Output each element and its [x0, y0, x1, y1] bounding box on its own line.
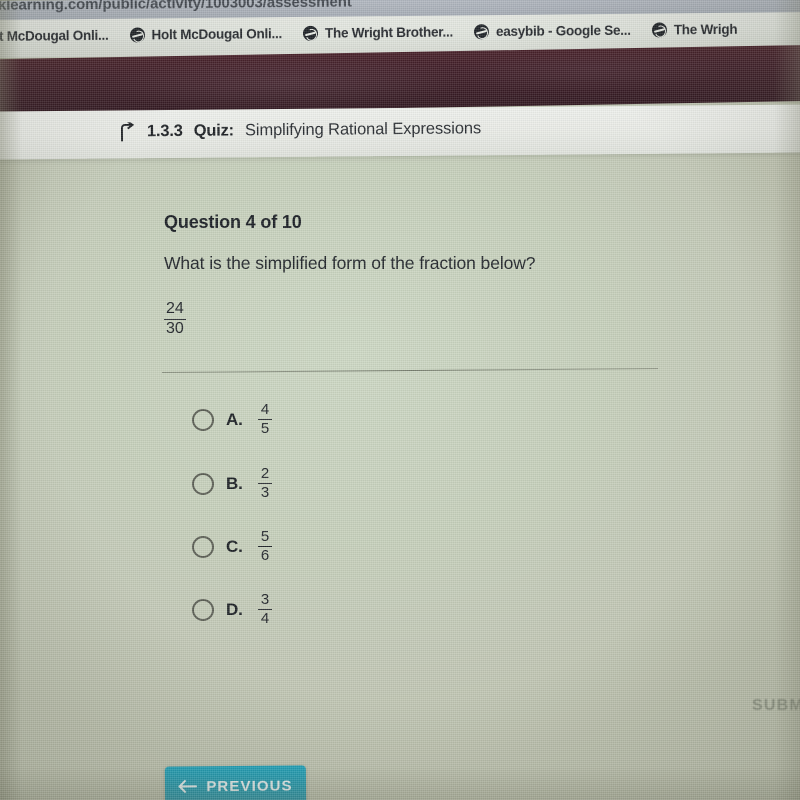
previous-button-label: PREVIOUS [206, 777, 293, 795]
option-denominator: 5 [260, 420, 270, 438]
option-fraction: 56 [258, 529, 272, 564]
option-letter: B. [226, 473, 243, 493]
back-arrow-icon[interactable] [118, 122, 136, 142]
radio-button[interactable] [192, 598, 214, 621]
question-fraction: 24 30 [164, 300, 186, 338]
option-numerator: 2 [260, 465, 270, 482]
previous-button[interactable]: PREVIOUS [164, 765, 307, 800]
answer-option-b[interactable]: B. 2 3 [192, 466, 272, 501]
globe-icon [473, 24, 490, 40]
option-numerator: 3 [260, 591, 270, 608]
question-counter: Question 4 of 10 [164, 212, 302, 232]
stem-denominator: 30 [166, 320, 184, 338]
lesson-number: 1.3.3 [146, 121, 183, 141]
option-denominator: 3 [260, 484, 270, 502]
bookmark-label: easybib - Google Se... [495, 22, 631, 40]
answer-option-c[interactable]: C. 5 6 [192, 529, 272, 564]
bookmark-label: Holt McDougal Onli... [0, 27, 109, 45]
radio-button[interactable] [192, 472, 214, 495]
stem-numerator: 24 [166, 300, 184, 317]
lesson-type-label: Quiz: [193, 121, 235, 140]
option-letter: D. [226, 599, 243, 619]
option-letter: A. [226, 409, 243, 429]
bookmark-label: The Wright Brother... [324, 24, 454, 41]
answer-option-d[interactable]: D. 3 4 [192, 592, 272, 627]
option-denominator: 4 [260, 610, 270, 628]
bookmark-item[interactable]: The Wright Brother... [302, 24, 454, 41]
arrow-left-icon [178, 779, 198, 793]
bookmark-item[interactable]: Holt McDougal Onli... [0, 28, 109, 44]
quiz-title-bar: 1.3.3 Quiz: Simplifying Rational Express… [0, 104, 800, 160]
option-letter: C. [226, 536, 243, 556]
option-numerator: 5 [260, 528, 270, 545]
submit-button-label[interactable]: SUBMIT [752, 697, 800, 715]
page-title: Simplifying Rational Expressions [244, 119, 482, 140]
radio-button[interactable] [192, 535, 214, 558]
quiz-content: Question 4 of 10 What is the simplified … [0, 156, 800, 800]
globe-icon [302, 25, 319, 41]
screenshot-root: klearning.com/public/activity/1003003/as… [0, 0, 800, 800]
bookmark-label: The Wrigh [673, 21, 738, 38]
globe-icon [651, 22, 667, 38]
content-divider [162, 368, 658, 373]
bookmark-item[interactable]: easybib - Google Se... [473, 22, 631, 40]
bookmark-item[interactable]: The Wrigh [651, 21, 738, 38]
bookmark-item[interactable]: Holt McDougal Onli... [129, 26, 283, 43]
option-fraction: 34 [258, 592, 272, 627]
option-numerator: 4 [260, 401, 270, 418]
option-denominator: 6 [260, 547, 270, 565]
radio-button[interactable] [192, 408, 214, 431]
address-bar-url: klearning.com/public/activity/1003003/as… [0, 0, 352, 14]
option-fraction: 45 [258, 402, 272, 437]
answer-option-a[interactable]: A. 4 5 [192, 402, 272, 437]
question-prompt: What is the simplified form of the fract… [164, 253, 536, 273]
option-fraction: 23 [258, 466, 272, 501]
globe-icon [129, 27, 145, 43]
bookmark-label: Holt McDougal Onli... [151, 26, 283, 43]
